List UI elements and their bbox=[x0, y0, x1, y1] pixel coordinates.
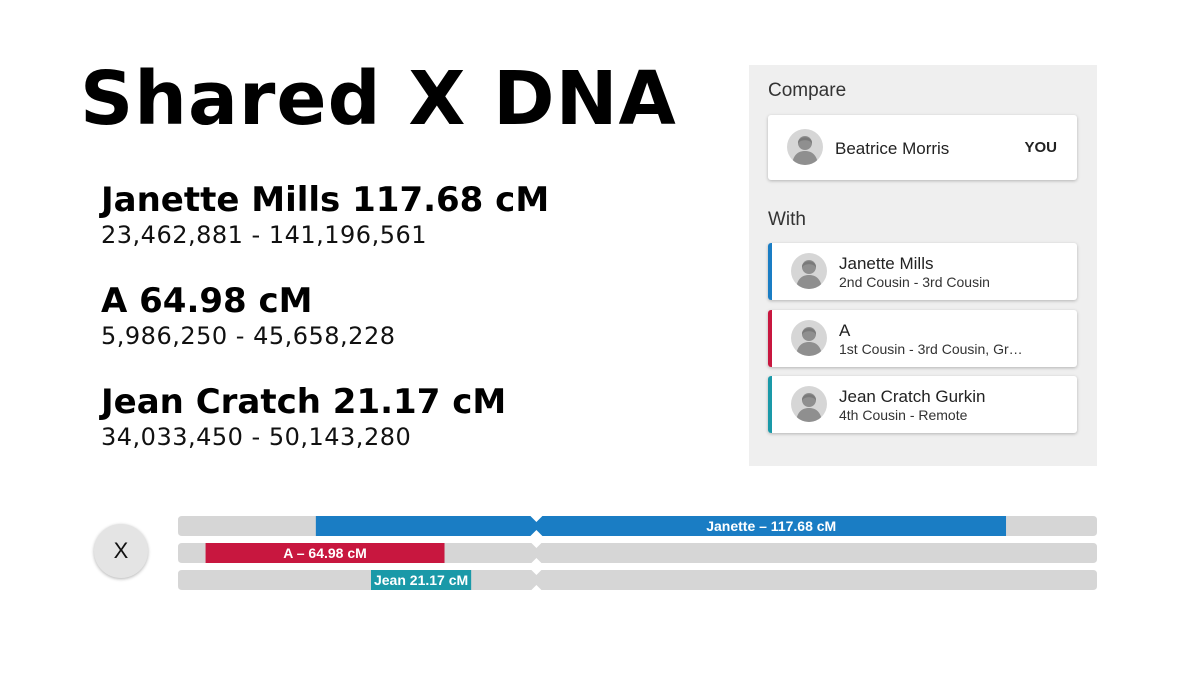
segment-label: A – 64.98 cM bbox=[283, 545, 367, 561]
chromosome-browser: Janette – 117.68 cM A – 64.98 cM Jean 21.1… bbox=[178, 516, 1097, 590]
shared-segment-bar[interactable] bbox=[315, 516, 1007, 536]
segment-label: Jean 21.17 cM bbox=[374, 572, 468, 588]
chromosome-track bbox=[178, 570, 1097, 590]
segment-label: Janette – 117.68 cM bbox=[706, 518, 836, 534]
